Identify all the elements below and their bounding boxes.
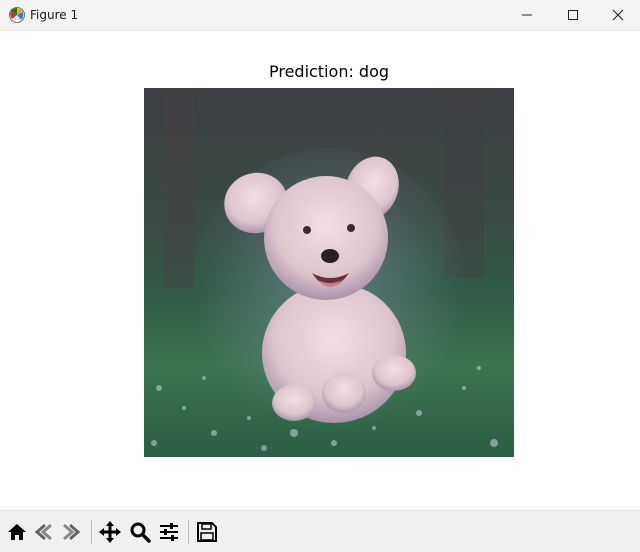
toolbar-separator — [188, 520, 189, 544]
maximize-icon — [568, 10, 578, 20]
toolbar-separator — [91, 520, 92, 544]
configure-subplots-button[interactable] — [156, 519, 182, 545]
minimize-icon — [522, 14, 532, 16]
sliders-icon — [160, 523, 178, 541]
title-bar[interactable]: Figure 1 — [0, 0, 640, 31]
save-button[interactable] — [194, 519, 220, 545]
window-title: Figure 1 — [30, 8, 79, 22]
prediction-image — [144, 88, 514, 457]
close-button[interactable] — [595, 0, 640, 30]
save-icon — [197, 522, 217, 542]
minimize-button[interactable] — [504, 0, 550, 30]
maximize-button[interactable] — [550, 0, 596, 30]
matplotlib-logo-icon — [9, 7, 25, 23]
move-icon — [99, 521, 121, 543]
pan-button[interactable] — [97, 519, 123, 545]
zoom-button[interactable] — [127, 519, 153, 545]
back-button[interactable] — [31, 519, 57, 545]
forward-button[interactable] — [58, 519, 84, 545]
forward-arrow-icon — [63, 523, 81, 541]
navigation-toolbar — [0, 510, 640, 552]
zoom-icon — [130, 522, 151, 543]
close-icon — [612, 9, 624, 21]
figure-window: Figure 1 Prediction: dog — [0, 0, 640, 552]
home-icon — [8, 524, 26, 540]
plot-title: Prediction: dog — [268, 62, 390, 81]
back-arrow-icon — [34, 523, 52, 541]
home-button[interactable] — [4, 519, 30, 545]
